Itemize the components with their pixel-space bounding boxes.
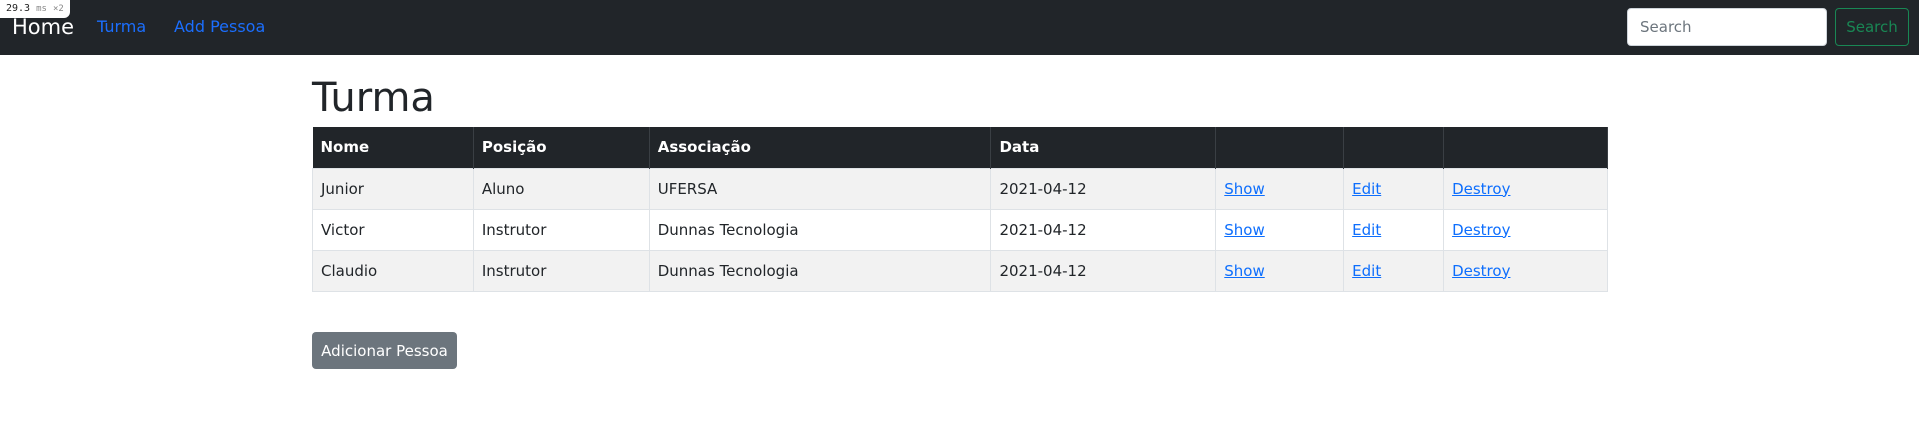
- cell-show: Show: [1215, 249, 1345, 292]
- table-header: Nome Posição Associação Data: [312, 127, 1608, 168]
- page-title: Turma: [312, 75, 435, 121]
- cell-nome: Junior: [312, 167, 474, 210]
- edit-link[interactable]: Edit: [1352, 221, 1381, 239]
- perf-counter-badge: 29.3 ms ×2: [0, 0, 70, 18]
- destroy-link[interactable]: Destroy: [1452, 262, 1510, 280]
- edit-link[interactable]: Edit: [1352, 180, 1381, 198]
- cell-posicao: Instrutor: [472, 208, 650, 251]
- nav-link-turma[interactable]: Turma: [97, 17, 146, 37]
- cell-associacao: Dunnas Tecnologia: [648, 208, 992, 251]
- search-input[interactable]: [1627, 8, 1827, 46]
- perf-value: 29.3: [6, 3, 31, 14]
- cell-edit: Edit: [1343, 249, 1445, 292]
- cell-data: 2021-04-12: [990, 249, 1217, 292]
- show-link[interactable]: Show: [1224, 262, 1264, 280]
- cell-data: 2021-04-12: [990, 167, 1217, 210]
- edit-link[interactable]: Edit: [1352, 262, 1381, 280]
- cell-show: Show: [1215, 208, 1345, 251]
- cell-destroy: Destroy: [1443, 208, 1608, 251]
- cell-data: 2021-04-12: [990, 208, 1217, 251]
- column-header-nome: Nome: [312, 127, 474, 168]
- cell-posicao: Aluno: [472, 167, 650, 210]
- table-header-row: Nome Posição Associação Data: [312, 127, 1608, 168]
- perf-multiplier: ×2: [53, 4, 64, 14]
- turma-table: Nome Posição Associação Data Junior Alun…: [312, 127, 1608, 292]
- nav-link-add-pessoa[interactable]: Add Pessoa: [174, 17, 265, 37]
- cell-associacao: Dunnas Tecnologia: [648, 249, 992, 292]
- column-header-associacao: Associação: [649, 127, 992, 168]
- column-header-actions-edit: [1343, 127, 1445, 168]
- cell-nome: Claudio: [312, 249, 474, 292]
- cell-edit: Edit: [1343, 208, 1445, 251]
- column-header-posicao: Posição: [473, 127, 650, 168]
- cell-destroy: Destroy: [1443, 167, 1608, 210]
- table-body: Junior Aluno UFERSA 2021-04-12 Show Edit…: [312, 167, 1608, 292]
- cell-show: Show: [1215, 167, 1345, 210]
- top-navbar: Home Turma Add Pessoa Search: [0, 0, 1919, 55]
- table-row: Victor Instrutor Dunnas Tecnologia 2021-…: [312, 208, 1608, 251]
- destroy-link[interactable]: Destroy: [1452, 221, 1510, 239]
- destroy-link[interactable]: Destroy: [1452, 180, 1510, 198]
- table-row: Claudio Instrutor Dunnas Tecnologia 2021…: [312, 249, 1608, 292]
- column-header-actions: [1215, 127, 1345, 168]
- cell-nome: Victor: [312, 208, 474, 251]
- cell-associacao: UFERSA: [648, 167, 992, 210]
- search-button[interactable]: Search: [1835, 8, 1909, 46]
- column-header-data: Data: [990, 127, 1217, 168]
- cell-edit: Edit: [1343, 167, 1445, 210]
- cell-destroy: Destroy: [1443, 249, 1608, 292]
- show-link[interactable]: Show: [1224, 221, 1264, 239]
- table-row: Junior Aluno UFERSA 2021-04-12 Show Edit…: [312, 167, 1608, 210]
- cell-posicao: Instrutor: [472, 249, 650, 292]
- add-pessoa-button[interactable]: Adicionar Pessoa: [312, 332, 457, 369]
- column-header-actions-destroy: [1443, 127, 1608, 168]
- show-link[interactable]: Show: [1224, 180, 1264, 198]
- perf-unit: ms: [36, 4, 47, 14]
